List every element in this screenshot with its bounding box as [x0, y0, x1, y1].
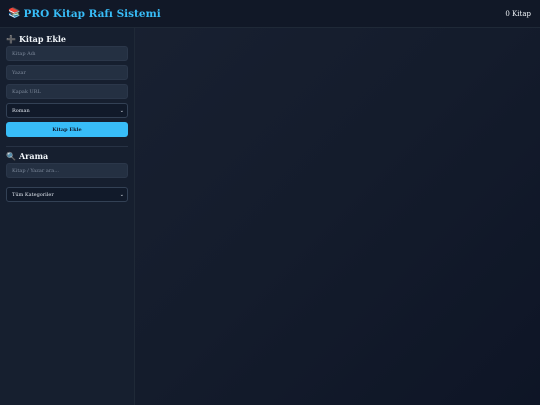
book-name-input[interactable] [6, 46, 128, 61]
cover-url-input[interactable] [6, 84, 128, 99]
search-input[interactable] [6, 163, 128, 178]
brand: 📚 PRO Kitap Rafı Sistemi [8, 8, 161, 20]
bookshelf-area [135, 28, 540, 405]
search-heading: 🔍 Arama [6, 151, 127, 161]
add-book-title: Kitap Ekle [18, 34, 66, 44]
chevron-down-icon: ⌄ [119, 191, 124, 198]
category-filter-value: Tüm Kategoriler [12, 191, 54, 198]
book-count: 0 Kitap [505, 9, 531, 18]
search-icon: 🔍 [6, 151, 16, 161]
chevron-down-icon: ⌄ [119, 107, 124, 114]
category-filter-select[interactable]: Tüm Kategoriler ⌄ [6, 187, 128, 202]
sidebar: ➕ Kitap Ekle Roman ⌄ Kitap Ekle 🔍 Arama … [0, 28, 135, 405]
section-divider [6, 146, 128, 147]
author-input[interactable] [6, 65, 128, 80]
plus-icon: ➕ [6, 34, 16, 44]
top-bar: 📚 PRO Kitap Rafı Sistemi 0 Kitap [0, 0, 540, 28]
category-select[interactable]: Roman ⌄ [6, 103, 128, 118]
books-icon: 📚 [8, 7, 21, 19]
add-book-heading: ➕ Kitap Ekle [6, 34, 127, 44]
app-title: PRO Kitap Rafı Sistemi [23, 7, 161, 20]
search-title: Arama [18, 151, 49, 161]
add-book-button[interactable]: Kitap Ekle [6, 122, 128, 137]
category-select-value: Roman [12, 107, 30, 114]
